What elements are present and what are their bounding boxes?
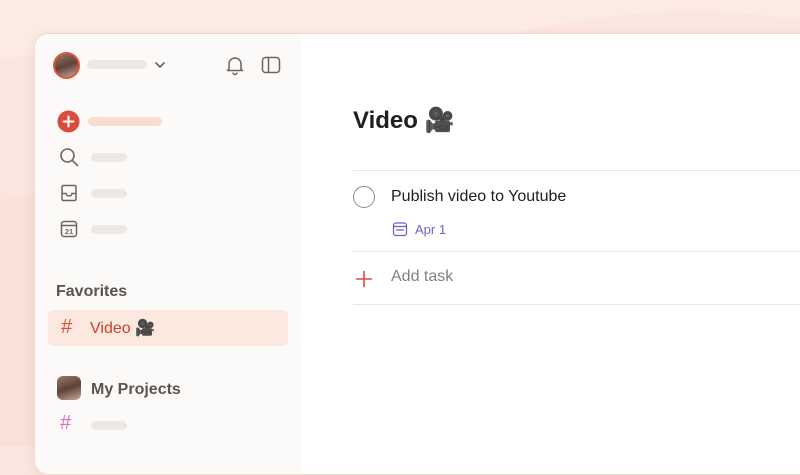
- favorites-heading: Favorites: [56, 283, 128, 300]
- calendar-icon: 21: [58, 218, 80, 240]
- favorite-project-label: Video 🎥: [90, 318, 155, 338]
- account-name-placeholder: [87, 60, 147, 69]
- divider: [353, 304, 800, 305]
- video-camera-emoji: 🎥: [135, 320, 156, 337]
- inbox-icon: [58, 182, 80, 204]
- page-title: Video 🎥: [353, 106, 454, 135]
- today-nav[interactable]: 21: [57, 217, 287, 243]
- task-complete-checkbox[interactable]: [353, 186, 375, 208]
- search-label-placeholder: [91, 153, 127, 162]
- add-task-nav[interactable]: [57, 108, 287, 134]
- app-window: 21 Favorites # Video 🎥 My Projects # Vid…: [34, 33, 800, 475]
- favorite-project-video[interactable]: # Video 🎥: [48, 310, 288, 346]
- add-task-label-placeholder: [88, 117, 162, 126]
- favorite-project-name: Video: [90, 320, 131, 337]
- search-nav[interactable]: [57, 145, 287, 171]
- add-task-label: Add task: [391, 268, 454, 285]
- calendar-due-icon: [392, 221, 408, 237]
- divider: [353, 251, 800, 252]
- my-projects-heading[interactable]: My Projects: [91, 381, 181, 399]
- today-label-placeholder: [91, 225, 127, 234]
- hash-icon: #: [61, 316, 73, 338]
- chevron-down-icon[interactable]: [153, 58, 167, 72]
- project-name-placeholder[interactable]: [91, 421, 127, 430]
- plus-icon: [353, 268, 375, 290]
- divider: [353, 170, 800, 171]
- bell-icon[interactable]: [224, 54, 246, 76]
- inbox-nav[interactable]: [57, 181, 287, 207]
- sidebar: 21 Favorites # Video 🎥 My Projects #: [35, 34, 301, 474]
- projects-avatar: [57, 376, 81, 400]
- page-title-text: Video: [353, 107, 418, 134]
- calendar-day-number: 21: [65, 227, 73, 236]
- task-name[interactable]: Publish video to Youtube: [391, 188, 566, 206]
- due-date-text: Apr 1: [415, 222, 447, 237]
- video-camera-emoji: 🎥: [424, 107, 455, 134]
- project-hash-icon: #: [60, 412, 72, 434]
- add-circle-icon: [57, 110, 80, 133]
- inbox-label-placeholder: [91, 189, 127, 198]
- search-icon: [58, 146, 80, 168]
- add-task-button[interactable]: Add task: [353, 266, 653, 292]
- sidebar-toggle-icon[interactable]: [260, 54, 282, 76]
- main-content: Video 🎥 Publish video to Youtube Apr 1 A…: [301, 34, 800, 474]
- user-avatar[interactable]: [53, 52, 80, 79]
